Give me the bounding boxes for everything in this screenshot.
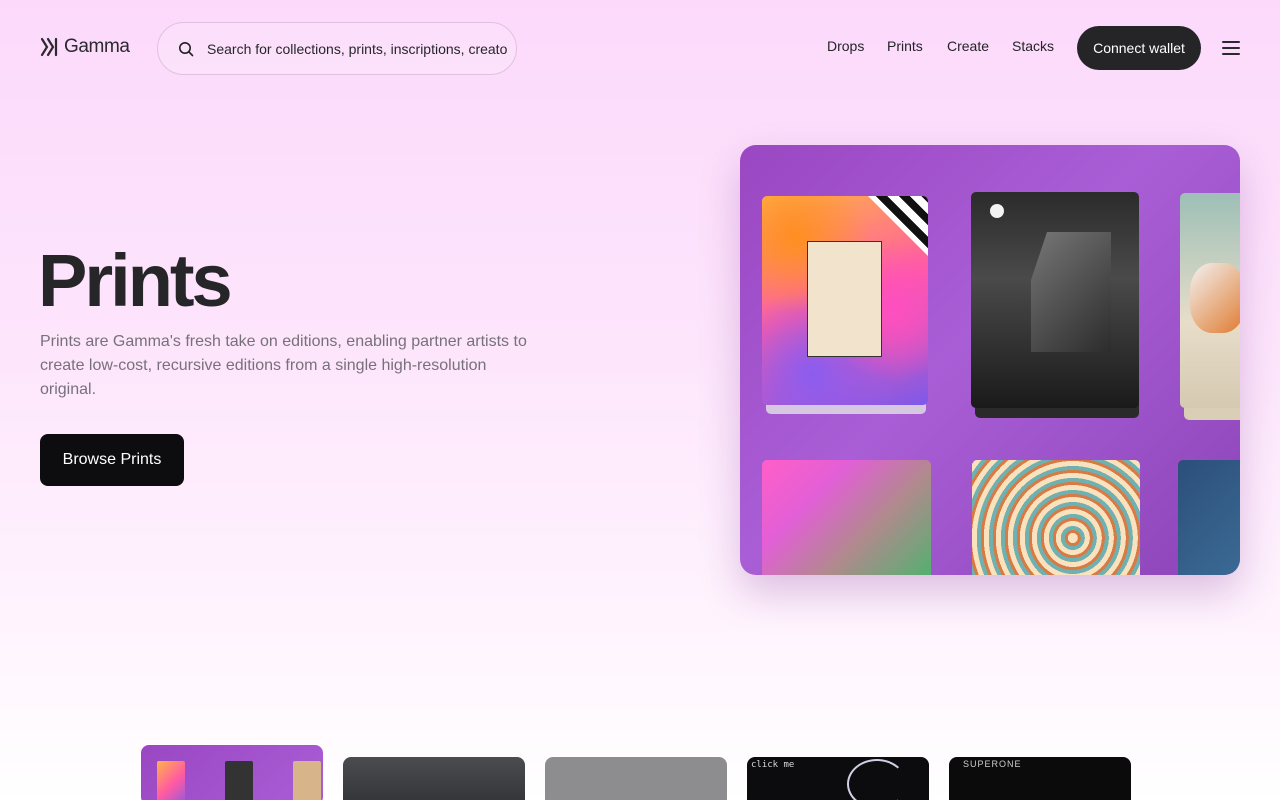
- building-shape: [1031, 232, 1111, 352]
- mini-card: [225, 761, 253, 800]
- print-card-abstract[interactable]: [762, 196, 928, 405]
- print-card-gradient[interactable]: [762, 460, 931, 575]
- collection-thumbnail-prints[interactable]: [141, 745, 323, 800]
- collection-thumbnail-gray[interactable]: [545, 757, 727, 800]
- nav-drops[interactable]: Drops: [827, 38, 864, 54]
- gamma-logo[interactable]: Gamma: [40, 36, 130, 58]
- search-input[interactable]: [207, 40, 507, 57]
- page-title: Prints: [38, 239, 233, 322]
- logo-text: Gamma: [64, 36, 130, 57]
- site-header: Gamma Drops Prints Create Stacks Connect…: [0, 0, 1280, 96]
- print-card-illustration[interactable]: [972, 460, 1140, 575]
- connect-wallet-button[interactable]: Connect wallet: [1077, 26, 1201, 70]
- menu-line: [1222, 53, 1240, 55]
- collection-thumbnail-dark[interactable]: [343, 757, 525, 800]
- print-card-astronaut[interactable]: [1180, 193, 1240, 408]
- nav-prints[interactable]: Prints: [887, 38, 923, 54]
- print-artwork-map: [807, 241, 882, 357]
- print-card-blue[interactable]: [1178, 460, 1240, 575]
- collection-thumbnail-click-me[interactable]: click me: [747, 757, 929, 800]
- thumbnail-text: SUPERONE: [963, 759, 1022, 769]
- mini-card: [293, 761, 321, 800]
- menu-line: [1222, 47, 1240, 49]
- collection-thumbnail-superone[interactable]: SUPERONE: [949, 757, 1131, 800]
- search-icon: [179, 41, 194, 56]
- nav-create[interactable]: Create: [947, 38, 989, 54]
- thumbnail-text: click me: [751, 760, 795, 770]
- prints-showcase: [740, 145, 1240, 575]
- print-card-architecture[interactable]: [971, 192, 1139, 408]
- hero-description: Prints are Gamma's fresh take on edition…: [40, 333, 527, 398]
- browse-prints-button[interactable]: Browse Prints: [40, 434, 184, 486]
- nav-stacks[interactable]: Stacks: [1012, 38, 1054, 54]
- astronaut-shape: [1190, 263, 1240, 333]
- hamburger-menu-icon[interactable]: [1221, 39, 1241, 57]
- menu-line: [1222, 41, 1240, 43]
- swirl-shape: [847, 759, 907, 800]
- mini-card: [157, 761, 185, 800]
- search-bar[interactable]: [157, 22, 517, 75]
- gamma-logo-icon: [40, 37, 58, 57]
- moon-shape: [990, 204, 1004, 218]
